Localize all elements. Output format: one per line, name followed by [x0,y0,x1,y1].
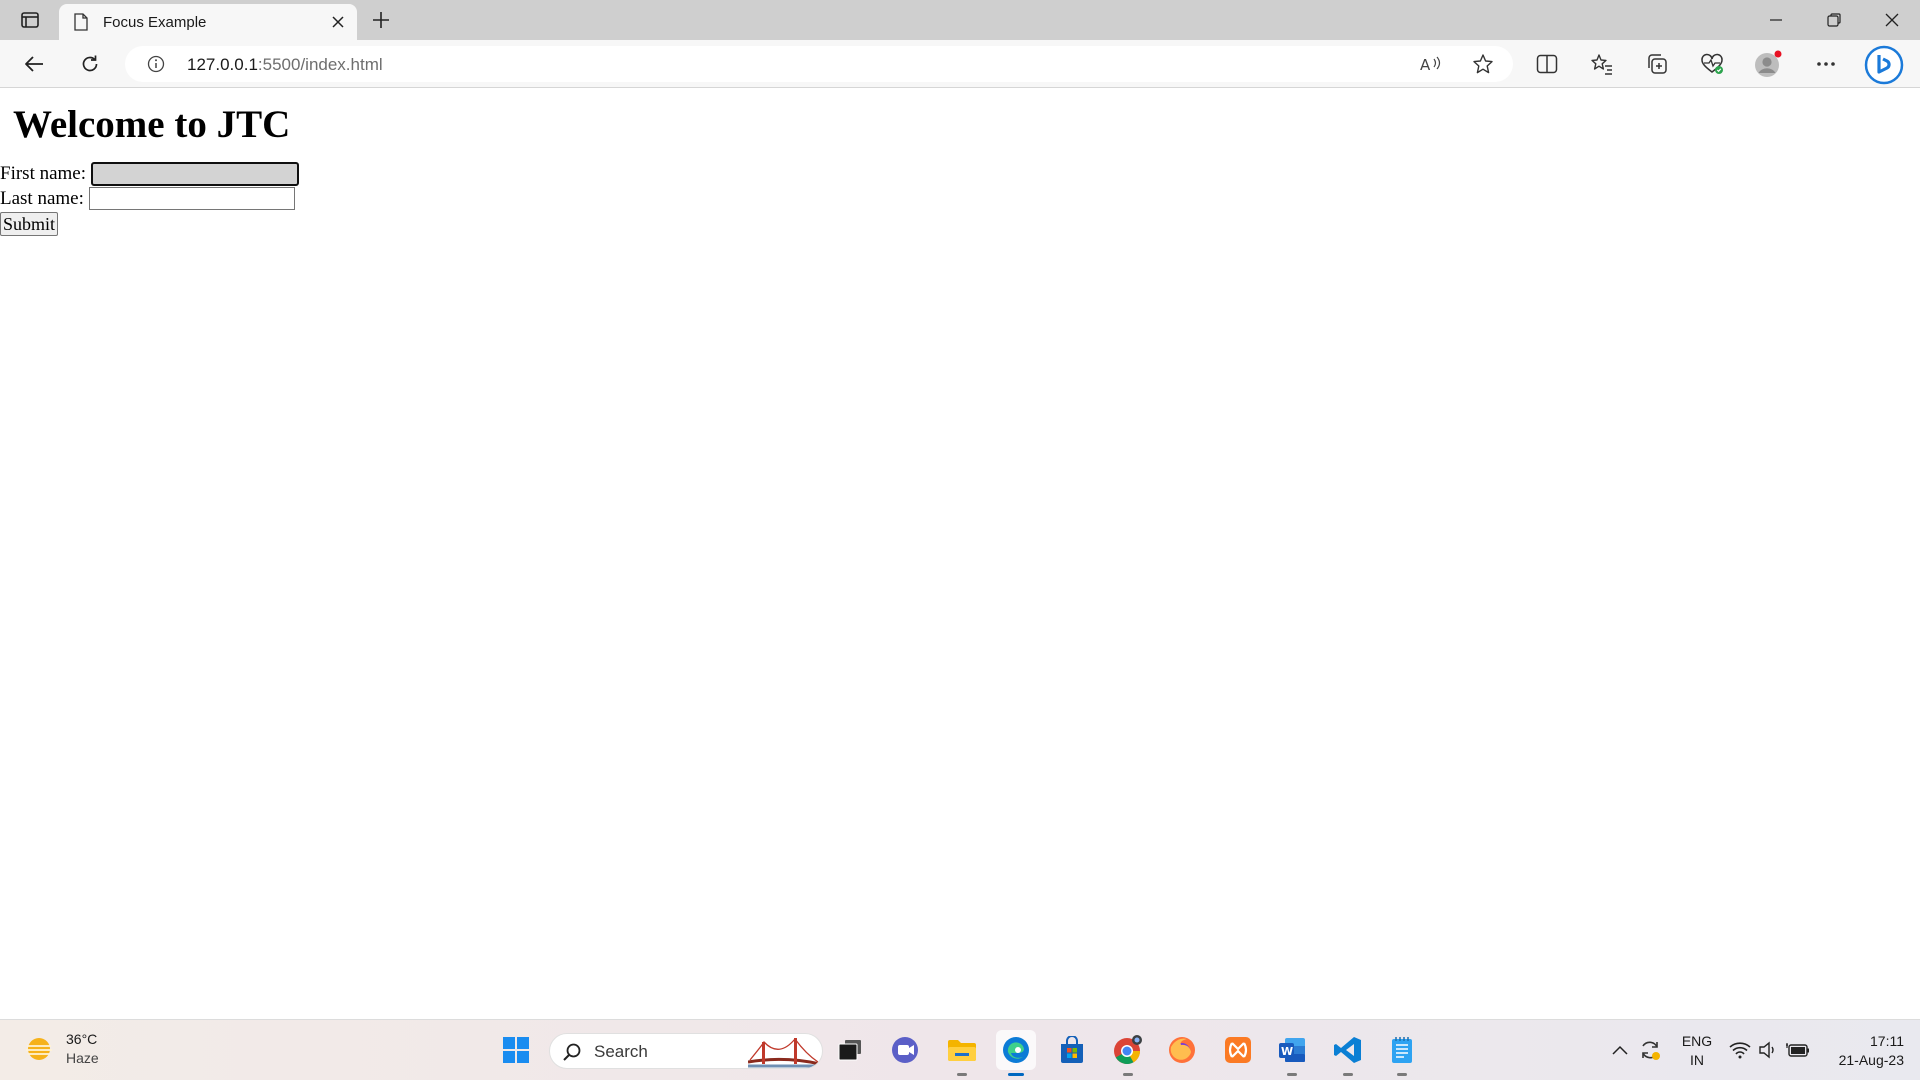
close-window-icon[interactable] [1864,0,1920,40]
active-indicator [1008,1073,1024,1076]
split-screen-icon[interactable] [1533,50,1561,78]
running-indicator [1343,1073,1353,1076]
clock-time: 17:11 [1870,1033,1904,1049]
more-options-icon[interactable] [1812,50,1840,78]
notepad-icon[interactable] [1382,1030,1422,1076]
svg-text:W: W [1281,1045,1293,1058]
browser-toolbar: 127.0.0.1:5500/index.html A [0,40,1920,88]
first-name-row: First name: [0,162,300,186]
volume-icon[interactable] [1756,1038,1780,1062]
url-host: 127.0.0.1 [187,55,258,74]
chrome-icon[interactable] [1108,1030,1148,1076]
sync-icon[interactable] [1638,1038,1662,1062]
page-content: Welcome to JTC First name: Last name: Su… [0,89,1920,1019]
battery-icon[interactable] [1786,1038,1810,1062]
task-view-icon[interactable] [830,1030,870,1070]
wifi-icon[interactable] [1728,1038,1752,1062]
tab-actions-icon[interactable] [14,8,46,32]
url-text[interactable]: 127.0.0.1:5500/index.html [187,55,383,75]
browser-essentials-icon[interactable] [1698,50,1726,78]
weather-temperature: 36°C [66,1031,98,1047]
language-indicator[interactable]: ENG IN [1680,1032,1714,1070]
browser-tab[interactable]: Focus Example [59,4,357,40]
read-aloud-icon[interactable]: A [1419,52,1443,76]
document-icon [74,13,88,31]
site-info-icon[interactable] [147,55,165,73]
windows-taskbar: 36°C Haze Search W ENG IN 17:11 21-Aug-2… [0,1019,1920,1080]
word-icon[interactable]: W [1272,1030,1312,1076]
taskbar-search[interactable]: Search [549,1033,823,1069]
browser-tab-strip: Focus Example [0,0,1920,40]
bridge-highlight-icon [748,1037,820,1068]
url-path: :5500/index.html [257,55,383,74]
running-indicator [1287,1073,1297,1076]
windows-start-icon[interactable] [496,1030,536,1070]
search-icon [563,1043,581,1061]
microsoft-store-icon[interactable] [1052,1030,1092,1070]
language-code: ENG [1681,1033,1713,1049]
last-name-row: Last name: [0,187,295,210]
running-indicator [1123,1073,1133,1076]
address-bar[interactable]: 127.0.0.1:5500/index.html A [125,46,1513,82]
system-clock[interactable]: 17:11 21-Aug-23 [1824,1032,1904,1070]
running-indicator [957,1073,967,1076]
refresh-icon[interactable] [74,48,106,80]
teams-meet-icon[interactable] [886,1030,926,1070]
last-name-label: Last name: [0,187,84,209]
weather-condition: Haze [66,1050,99,1066]
running-indicator [1397,1073,1407,1076]
xampp-icon[interactable] [1218,1030,1258,1070]
file-explorer-icon[interactable] [942,1030,982,1076]
bing-copilot-icon[interactable] [1864,45,1904,85]
first-name-input[interactable] [91,162,300,186]
profile-avatar[interactable] [1754,50,1782,78]
svg-text:A: A [1420,56,1431,73]
first-name-label: First name: [0,163,87,184]
chevron-up-icon[interactable] [1608,1038,1632,1062]
close-tab-icon[interactable] [329,13,347,31]
firefox-icon[interactable] [1162,1030,1202,1070]
weather-widget[interactable]: 36°C Haze [24,1030,99,1068]
search-placeholder: Search [594,1042,648,1061]
edge-icon[interactable] [996,1030,1036,1076]
vscode-icon[interactable] [1328,1030,1368,1076]
haze-sun-icon [26,1038,52,1060]
favorite-star-icon[interactable] [1471,52,1495,76]
minimize-icon[interactable] [1748,0,1804,40]
language-region: IN [1690,1052,1704,1068]
back-icon[interactable] [18,48,50,80]
restore-icon[interactable] [1806,0,1862,40]
collections-icon[interactable] [1643,50,1671,78]
last-name-input[interactable] [88,187,295,210]
new-tab-icon[interactable] [368,8,394,32]
clock-date: 21-Aug-23 [1838,1052,1904,1068]
tab-title: Focus Example [103,13,207,31]
submit-button[interactable]: Submit [0,212,59,236]
page-heading: Welcome to JTC [13,103,291,146]
favorites-icon[interactable] [1588,50,1616,78]
